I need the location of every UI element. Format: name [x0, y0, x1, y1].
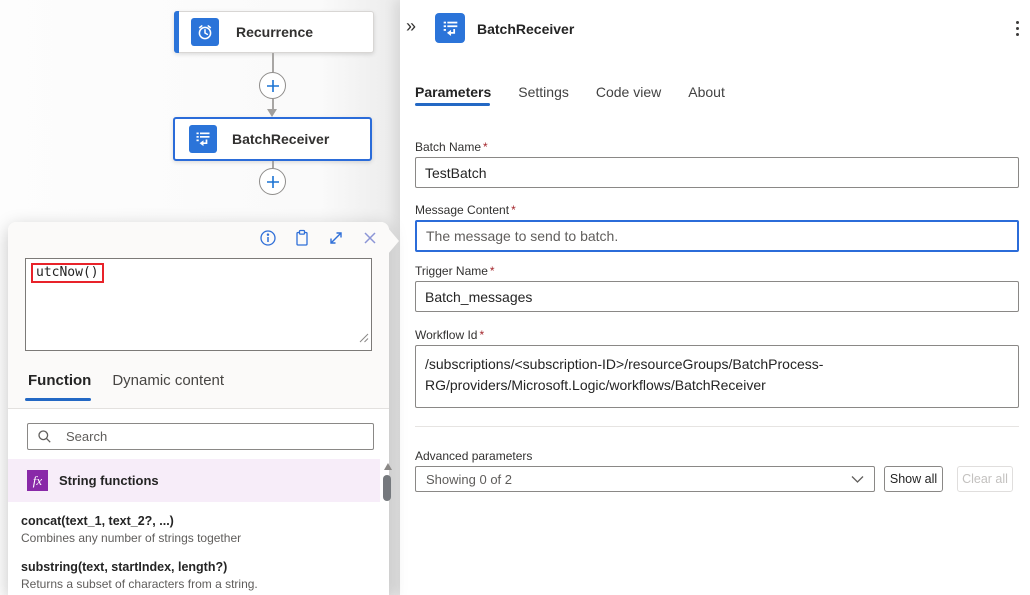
- info-icon[interactable]: [259, 229, 277, 247]
- function-group-string-functions[interactable]: fx String functions: [8, 459, 380, 502]
- trigger-name-input[interactable]: Batch_messages: [415, 281, 1019, 312]
- field-label-batch-name: Batch Name*: [415, 140, 488, 154]
- logic-apps-designer: Recurrence BatchReceiver: [0, 0, 1030, 595]
- function-signature: substring(text, startIndex, length?): [21, 560, 369, 574]
- node-recurrence[interactable]: Recurrence: [174, 11, 374, 53]
- resize-handle-icon[interactable]: [359, 330, 369, 348]
- scrollbar-up-arrow[interactable]: [384, 463, 392, 470]
- operation-details-panel: » BatchReceiver Parameters Settings Code…: [400, 0, 1030, 595]
- node-label: BatchReceiver: [232, 131, 329, 147]
- collapse-panel-icon[interactable]: »: [406, 16, 414, 37]
- function-signature: concat(text_1, text_2?, ...): [21, 514, 369, 528]
- function-search-box[interactable]: [27, 423, 374, 450]
- edge-line: [272, 53, 274, 72]
- advanced-parameters-label: Advanced parameters: [415, 449, 532, 463]
- scrollbar-thumb[interactable]: [383, 475, 391, 501]
- tab-dynamic-content[interactable]: Dynamic content: [112, 372, 224, 389]
- tab-parameters[interactable]: Parameters: [415, 84, 491, 100]
- input-value: Batch_messages: [425, 289, 532, 305]
- node-label: Recurrence: [236, 24, 313, 40]
- dropdown-value: Showing 0 of 2: [426, 472, 512, 487]
- tab-settings[interactable]: Settings: [518, 84, 569, 100]
- edge-line: [272, 161, 274, 168]
- tab-function[interactable]: Function: [28, 372, 91, 389]
- input-value: TestBatch: [425, 165, 486, 181]
- message-content-input[interactable]: The message to send to batch.: [415, 220, 1019, 252]
- active-tab-underline: [25, 398, 91, 401]
- function-description: Returns a subset of characters from a st…: [21, 577, 369, 591]
- kebab-menu-icon[interactable]: [1014, 19, 1021, 38]
- expand-icon[interactable]: [327, 229, 345, 247]
- show-all-button[interactable]: Show all: [884, 466, 943, 492]
- section-divider: [415, 426, 1019, 427]
- function-item-concat[interactable]: concat(text_1, text_2?, ...) Combines an…: [21, 514, 369, 545]
- required-asterisk: *: [490, 264, 495, 278]
- required-asterisk: *: [479, 328, 484, 342]
- edge-arrowhead: [267, 109, 277, 117]
- edge-line: [272, 99, 274, 109]
- panel-title: BatchReceiver: [477, 21, 574, 37]
- insert-step-plus-button[interactable]: [259, 72, 286, 99]
- fx-icon: fx: [27, 470, 48, 491]
- search-input[interactable]: [64, 428, 373, 445]
- advanced-parameters-dropdown[interactable]: Showing 0 of 2: [415, 466, 875, 492]
- function-group-label: String functions: [59, 473, 159, 488]
- batch-icon: [435, 13, 465, 43]
- expression-token[interactable]: utcNow(): [31, 263, 104, 283]
- input-placeholder: The message to send to batch.: [426, 228, 618, 244]
- workflow-id-input[interactable]: /subscriptions/<subscription-ID>/resourc…: [415, 345, 1019, 408]
- search-icon: [37, 429, 52, 444]
- active-tab-underline: [415, 103, 490, 106]
- recurrence-clock-icon: [191, 18, 219, 46]
- tab-about[interactable]: About: [688, 84, 725, 100]
- field-label-workflow-id: Workflow Id*: [415, 328, 484, 342]
- chevron-down-icon: [851, 475, 864, 484]
- clear-all-button-disabled[interactable]: Clear all: [957, 466, 1013, 492]
- node-batchreceiver[interactable]: BatchReceiver: [173, 117, 372, 161]
- field-label-trigger-name: Trigger Name*: [415, 264, 495, 278]
- expression-editor-popup: utcNow() Function Dynamic content fx Str…: [8, 222, 389, 595]
- trigger-accent-bar: [174, 11, 179, 53]
- batch-name-input[interactable]: TestBatch: [415, 157, 1019, 188]
- function-item-substring[interactable]: substring(text, startIndex, length?) Ret…: [21, 560, 369, 591]
- function-description: Combines any number of strings together: [21, 531, 369, 545]
- expression-textarea[interactable]: utcNow(): [25, 258, 372, 351]
- batch-icon: [189, 125, 217, 153]
- popup-beak: [388, 228, 399, 254]
- paste-icon[interactable]: [293, 229, 311, 247]
- required-asterisk: *: [511, 203, 516, 217]
- insert-step-plus-button[interactable]: [259, 168, 286, 195]
- required-asterisk: *: [483, 140, 488, 154]
- tab-code-view[interactable]: Code view: [596, 84, 661, 100]
- field-label-message-content: Message Content*: [415, 203, 516, 217]
- input-value: /subscriptions/<subscription-ID>/resourc…: [425, 356, 823, 393]
- close-icon[interactable]: [361, 229, 379, 247]
